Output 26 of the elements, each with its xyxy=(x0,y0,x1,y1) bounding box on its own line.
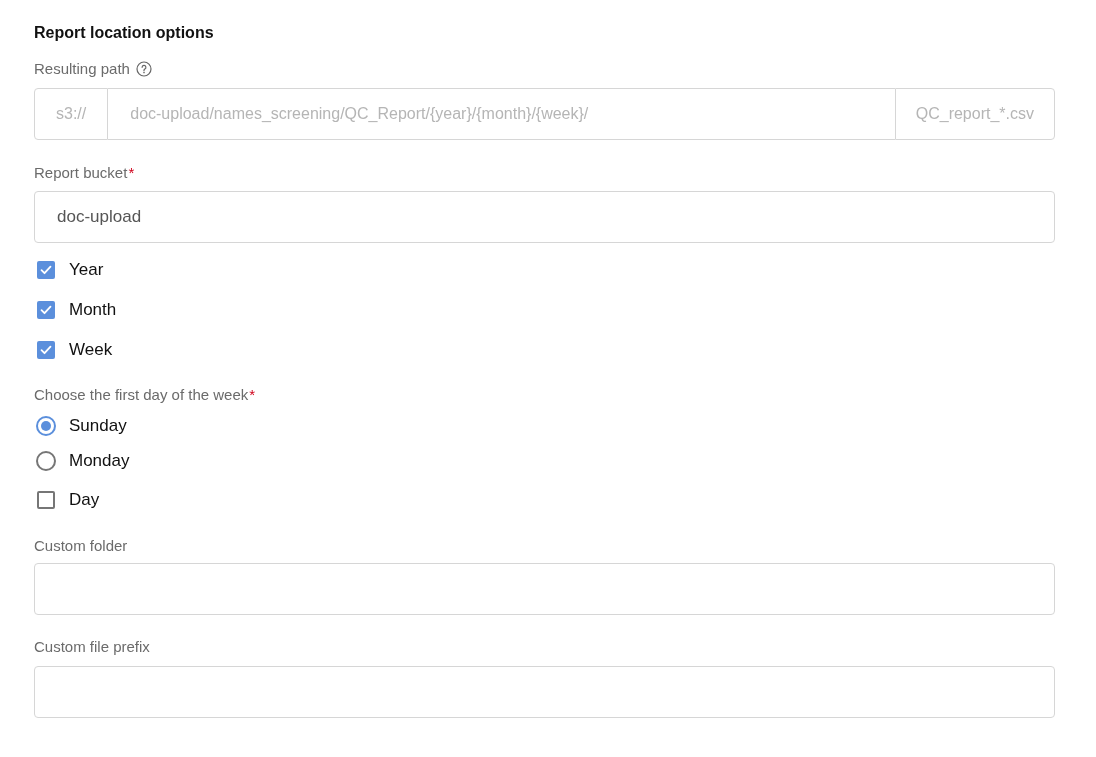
input-field[interactable]: doc-upload xyxy=(34,191,1055,243)
field-label: Report bucket xyxy=(34,164,128,182)
help-icon[interactable] xyxy=(135,61,152,77)
required-mark: * xyxy=(249,386,256,404)
field-label: Resulting path xyxy=(34,60,130,78)
path-prefix: s3:// xyxy=(34,88,109,140)
field-label: Choose the first day of the week xyxy=(34,386,249,404)
input-field[interactable] xyxy=(34,666,1055,718)
radio-button[interactable] xyxy=(36,450,56,471)
radio-label: Monday xyxy=(69,450,130,471)
checkbox[interactable] xyxy=(37,491,55,509)
checkbox-label: Year xyxy=(69,260,104,280)
radio-button[interactable] xyxy=(36,415,56,436)
field-label: Custom folder xyxy=(34,537,128,555)
section-title: Report location options xyxy=(34,23,214,43)
checkbox[interactable] xyxy=(37,341,55,359)
radio-label: Sunday xyxy=(69,415,127,436)
checkbox[interactable] xyxy=(37,261,55,279)
input-field[interactable] xyxy=(34,563,1055,615)
checkbox-label: Day xyxy=(69,490,100,510)
path-suffix: QC_report_*.csv xyxy=(894,88,1055,140)
field-label: Custom file prefix xyxy=(34,638,150,656)
checkbox-label: Week xyxy=(69,340,113,360)
checkbox-label: Month xyxy=(69,300,117,320)
required-mark: * xyxy=(128,164,135,182)
checkbox[interactable] xyxy=(37,301,55,319)
